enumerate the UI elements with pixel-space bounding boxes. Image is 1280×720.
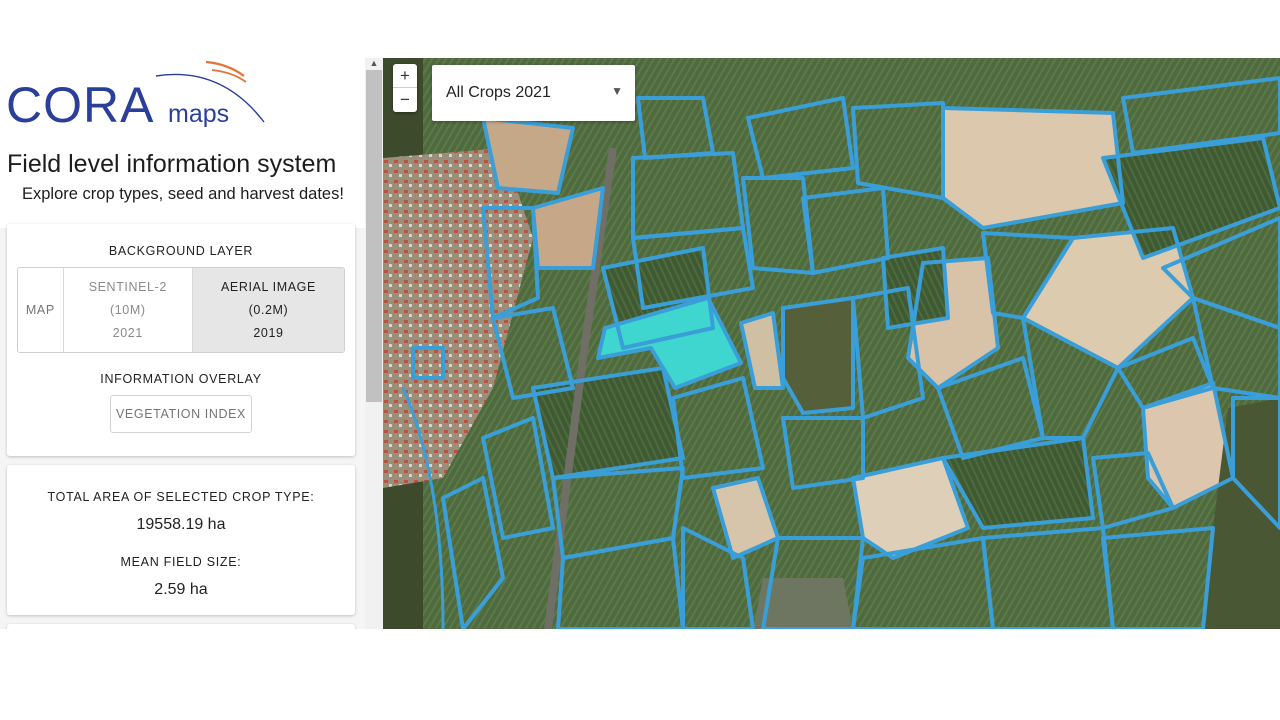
layer-option-sentinel-2[interactable]: SENTINEL-2 (10M) 2021 <box>64 268 193 352</box>
sidebar-scrollbar[interactable]: ▲ <box>365 58 383 629</box>
background-layer-toggle: MAP SENTINEL-2 (10M) 2021 AERIAL IMAGE (… <box>17 267 345 353</box>
layer-option-resolution: (10M) <box>109 302 146 317</box>
page-subtitle: Explore crop types, seed and harvest dat… <box>22 185 344 203</box>
aerial-image-with-field-boundaries <box>383 58 1280 629</box>
crop-type-select[interactable]: All Crops 2021 ▼ <box>432 65 635 121</box>
page-title: Field level information system <box>7 150 337 178</box>
layer-option-aerial-image[interactable]: AERIAL IMAGE (0.2M) 2019 <box>192 268 344 352</box>
layer-option-resolution: (0.2M) <box>248 302 289 317</box>
logo-text-maps: maps <box>168 100 230 128</box>
layer-option-label: SENTINEL-2 <box>88 279 167 294</box>
total-area-value: 19558.19 ha <box>136 516 226 533</box>
layer-option-label: MAP <box>25 302 55 317</box>
coramaps-logo: CORA maps <box>6 58 276 133</box>
vegetation-index-button[interactable]: VEGETATION INDEX <box>110 395 252 433</box>
mean-field-size-label: MEAN FIELD SIZE: <box>120 555 242 569</box>
statistics-card: TOTAL AREA OF SELECTED CROP TYPE: 19558.… <box>7 465 355 615</box>
crop-select-value: All Crops 2021 <box>446 84 551 101</box>
scrollbar-thumb[interactable] <box>366 70 382 402</box>
layer-option-label: AERIAL IMAGE <box>220 279 316 294</box>
layer-option-year: 2021 <box>112 325 143 340</box>
next-card <box>7 624 355 629</box>
information-overlay-label: INFORMATION OVERLAY <box>100 372 262 386</box>
zoom-control: + − <box>393 64 417 112</box>
total-area-label: TOTAL AREA OF SELECTED CROP TYPE: <box>47 490 315 504</box>
zoom-in-button[interactable]: + <box>393 64 417 88</box>
layer-option-year: 2019 <box>253 325 284 340</box>
layer-settings-card: BACKGROUND LAYER MAP SENTINEL-2 (10M) 20… <box>7 224 355 456</box>
background-layer-label: BACKGROUND LAYER <box>108 244 254 258</box>
sidebar: CORA maps Field level information system… <box>0 58 365 629</box>
zoom-out-button[interactable]: − <box>393 88 417 112</box>
dropdown-arrow-icon: ▼ <box>611 84 623 98</box>
logo-text-cora: CORA <box>6 77 155 133</box>
layer-option-map[interactable]: MAP <box>18 268 64 352</box>
mean-field-size-value: 2.59 ha <box>154 581 208 598</box>
scroll-up-arrow-icon[interactable]: ▲ <box>369 58 379 68</box>
map-view[interactable]: + − All Crops 2021 ▼ <box>383 58 1280 629</box>
